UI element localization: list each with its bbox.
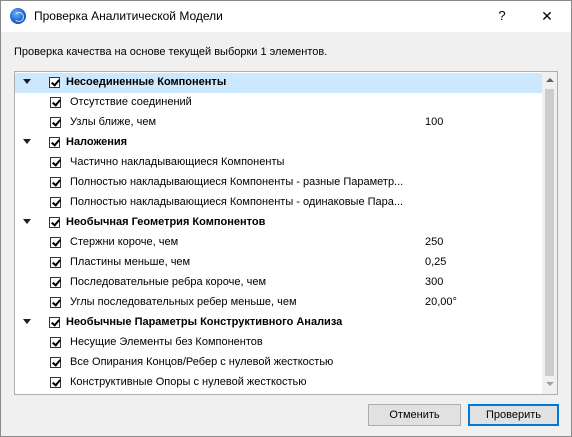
- checkbox[interactable]: [50, 197, 61, 208]
- checkbox[interactable]: [50, 337, 61, 348]
- row-label: Пластины меньше, чем: [70, 256, 191, 268]
- row-value-field[interactable]: 0,25: [425, 256, 446, 268]
- expand-triangle-icon[interactable]: [23, 79, 31, 84]
- tree-item-row[interactable]: Последовательные ребра короче, чем 300: [15, 273, 542, 293]
- tree-item-row[interactable]: Углы последовательных ребер меньше, чем 2…: [15, 293, 542, 313]
- row-label: Последовательные ребра короче, чем: [70, 276, 267, 288]
- row-label: Узлы ближе, чем: [70, 116, 157, 128]
- checkbox[interactable]: [50, 297, 61, 308]
- window-title: Проверка Аналитической Модели: [34, 9, 223, 23]
- row-label: Необычные Параметры Конструктивного Анал…: [66, 316, 343, 328]
- selection-summary-text: Проверка качества на основе текущей выбо…: [14, 46, 328, 58]
- tree-item-row[interactable]: Пластины меньше, чем 0,25: [15, 253, 542, 273]
- check-tree-list[interactable]: Несоединенные Компоненты Отсутствие соеди…: [14, 71, 558, 395]
- cancel-button[interactable]: Отменить: [368, 404, 461, 426]
- title-bar: Проверка Аналитической Модели ? ✕: [1, 1, 571, 32]
- archicad-app-icon: [10, 8, 26, 24]
- row-label: Необычная Геометрия Компонентов: [66, 216, 266, 228]
- checkbox[interactable]: [50, 377, 61, 388]
- checkbox[interactable]: [50, 357, 61, 368]
- row-value-field[interactable]: 100: [425, 116, 443, 128]
- checkbox[interactable]: [49, 137, 60, 148]
- expand-triangle-icon[interactable]: [23, 219, 31, 224]
- scroll-up-arrow-icon[interactable]: [546, 78, 554, 82]
- tree-item-row[interactable]: Отсутствие соединений: [15, 93, 542, 113]
- checkbox[interactable]: [50, 97, 61, 108]
- tree-item-row[interactable]: Полностью накладывающиеся Компоненты - о…: [15, 193, 542, 213]
- checkbox[interactable]: [50, 177, 61, 188]
- tree-item-row[interactable]: Конструктивные Опоры с нулевой жесткость…: [15, 373, 542, 393]
- checkbox[interactable]: [50, 157, 61, 168]
- expand-triangle-icon[interactable]: [23, 319, 31, 324]
- checkbox[interactable]: [49, 317, 60, 328]
- row-label: Полностью накладывающиеся Компоненты - о…: [70, 196, 404, 208]
- checkbox[interactable]: [49, 77, 60, 88]
- checkbox[interactable]: [50, 257, 61, 268]
- help-button[interactable]: ?: [491, 5, 513, 27]
- tree-group-row[interactable]: Наложения: [15, 133, 542, 153]
- row-label: Несоединенные Компоненты: [66, 76, 227, 88]
- row-value-field[interactable]: 300: [425, 276, 443, 288]
- tree-item-row[interactable]: Стержни короче, чем 250: [15, 233, 542, 253]
- row-label: Наложения: [66, 136, 128, 148]
- scroll-thumb[interactable]: [545, 89, 554, 376]
- row-label: Углы последовательных ребер меньше, чем: [70, 296, 297, 308]
- row-label: Отсутствие соединений: [70, 96, 192, 108]
- close-button[interactable]: ✕: [535, 5, 559, 27]
- scroll-down-arrow-icon[interactable]: [546, 382, 554, 386]
- expand-triangle-icon[interactable]: [23, 139, 31, 144]
- tree-group-row[interactable]: Необычная Геометрия Компонентов: [15, 213, 542, 233]
- checkbox[interactable]: [49, 217, 60, 228]
- row-label: Стержни короче, чем: [70, 236, 179, 248]
- checkbox[interactable]: [50, 237, 61, 248]
- row-value-field[interactable]: 20,00°: [425, 296, 457, 308]
- tree-group-row[interactable]: Необычные Параметры Конструктивного Анал…: [15, 313, 542, 333]
- row-label: Несущие Элементы без Компонентов: [70, 336, 263, 348]
- row-value-field[interactable]: 250: [425, 236, 443, 248]
- row-label: Все Опирания Концов/Ребер с нулевой жест…: [70, 356, 334, 368]
- tree-item-row[interactable]: Частично накладывающиеся Компоненты: [15, 153, 542, 173]
- row-label: Частично накладывающиеся Компоненты: [70, 156, 285, 168]
- vertical-scrollbar[interactable]: [542, 72, 557, 394]
- dialog-window: Проверка Аналитической Модели ? ✕ Провер…: [0, 0, 572, 437]
- tree-group-row[interactable]: Несоединенные Компоненты: [15, 73, 542, 93]
- tree-item-row[interactable]: Несущие Элементы без Компонентов: [15, 333, 542, 353]
- checkbox[interactable]: [50, 117, 61, 128]
- checkbox[interactable]: [50, 277, 61, 288]
- row-label: Конструктивные Опоры с нулевой жесткость…: [70, 376, 307, 388]
- row-label: Полностью накладывающиеся Компоненты - р…: [70, 176, 404, 188]
- tree-item-row[interactable]: Полностью накладывающиеся Компоненты - р…: [15, 173, 542, 193]
- check-button[interactable]: Проверить: [468, 404, 559, 426]
- tree-item-row[interactable]: Узлы ближе, чем 100: [15, 113, 542, 133]
- tree-item-row[interactable]: Все Опирания Концов/Ребер с нулевой жест…: [15, 353, 542, 373]
